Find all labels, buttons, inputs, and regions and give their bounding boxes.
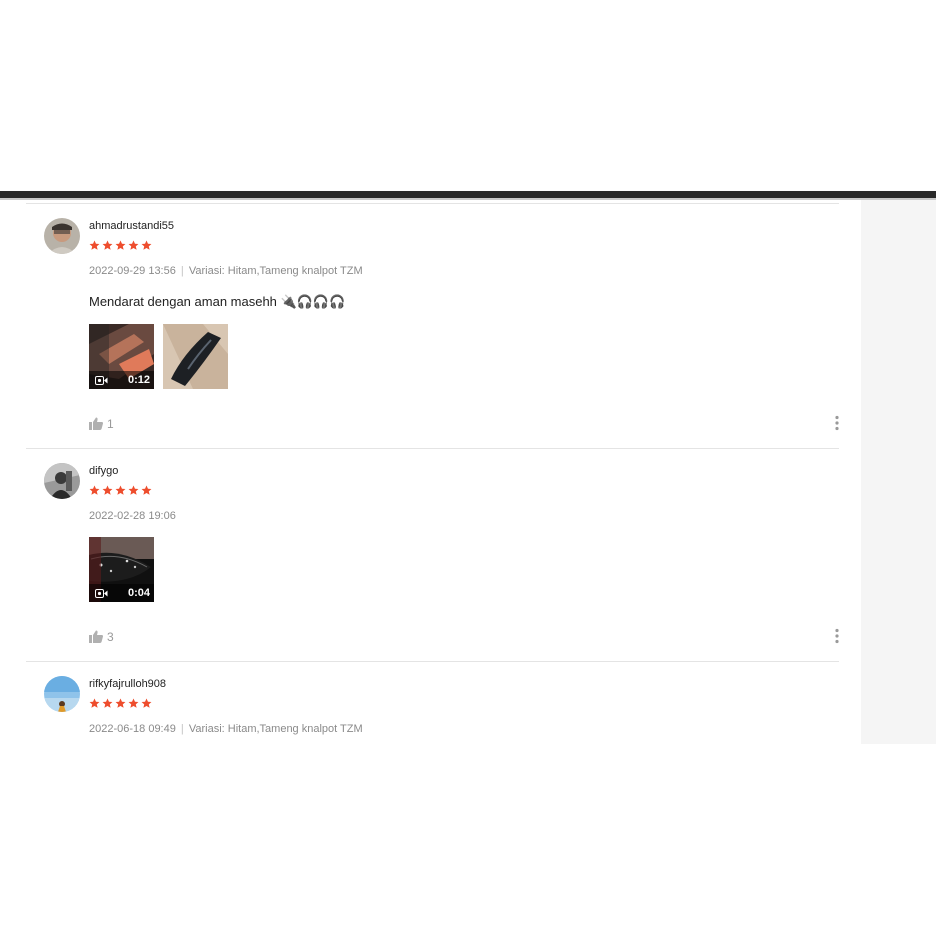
star-icon bbox=[128, 240, 139, 251]
like-count: 3 bbox=[107, 629, 114, 644]
more-vertical-icon bbox=[835, 415, 839, 431]
star-icon bbox=[128, 698, 139, 709]
star-icon bbox=[102, 698, 113, 709]
rating-stars bbox=[89, 240, 152, 252]
review-comment: Mendarat dengan aman masehh 🔌🎧🎧🎧 bbox=[89, 294, 346, 309]
reviews-panel: ahmadrustandi55 2022-09-29 13:56 | Varia… bbox=[0, 200, 936, 744]
star-icon bbox=[115, 240, 126, 251]
review-variant: Variasi: Hitam,Tameng knalpot TZM bbox=[188, 265, 363, 277]
like-button[interactable]: 1 bbox=[89, 417, 114, 430]
like-button[interactable]: 3 bbox=[89, 630, 114, 643]
star-icon bbox=[141, 240, 152, 251]
right-gutter bbox=[861, 200, 936, 744]
divider bbox=[26, 448, 839, 449]
video-camera-icon bbox=[95, 375, 108, 385]
star-icon bbox=[89, 485, 100, 496]
avatar[interactable] bbox=[44, 218, 80, 254]
review-media: 0:04 bbox=[89, 537, 154, 602]
more-options-button[interactable] bbox=[832, 628, 842, 644]
video-overlay: 0:04 bbox=[89, 584, 154, 602]
star-icon bbox=[128, 485, 139, 496]
rating-stars bbox=[89, 485, 152, 497]
review-video-thumbnail[interactable]: 0:04 bbox=[89, 537, 154, 602]
video-overlay: 0:12 bbox=[89, 371, 154, 389]
meta-separator: | bbox=[180, 723, 184, 735]
review-meta: 2022-06-18 09:49 | Variasi: Hitam,Tameng… bbox=[89, 723, 363, 736]
review-media: 0:12 bbox=[89, 324, 228, 389]
review-variant: Variasi: Hitam,Tameng knalpot TZM bbox=[188, 723, 363, 735]
star-icon bbox=[115, 485, 126, 496]
review-meta: 2022-09-29 13:56 | Variasi: Hitam,Tameng… bbox=[89, 265, 363, 278]
review-video-thumbnail[interactable]: 0:12 bbox=[89, 324, 154, 389]
avatar[interactable] bbox=[44, 676, 80, 712]
review-meta: 2022-02-28 19:06 bbox=[89, 510, 176, 523]
more-vertical-icon bbox=[835, 628, 839, 644]
star-icon bbox=[115, 698, 126, 709]
star-icon bbox=[141, 485, 152, 496]
thumbs-up-icon bbox=[89, 630, 103, 643]
thumbs-up-icon bbox=[89, 417, 103, 430]
star-icon bbox=[89, 698, 100, 709]
meta-separator: | bbox=[180, 265, 184, 277]
star-icon bbox=[102, 485, 113, 496]
video-duration: 0:12 bbox=[127, 374, 150, 386]
divider bbox=[26, 203, 839, 204]
avatar[interactable] bbox=[44, 463, 80, 499]
star-icon bbox=[89, 240, 100, 251]
more-options-button[interactable] bbox=[832, 415, 842, 431]
video-duration: 0:04 bbox=[127, 587, 150, 599]
top-dark-bar bbox=[0, 191, 936, 198]
review-image-thumbnail[interactable] bbox=[163, 324, 228, 389]
review-date: 2022-06-18 09:49 bbox=[89, 723, 176, 735]
like-count: 1 bbox=[107, 416, 114, 431]
star-icon bbox=[141, 698, 152, 709]
review-username: rifkyfajrulloh908 bbox=[89, 678, 167, 690]
star-icon bbox=[102, 240, 113, 251]
divider bbox=[26, 661, 839, 662]
review-username: ahmadrustandi55 bbox=[89, 220, 175, 232]
video-camera-icon bbox=[95, 588, 108, 598]
rating-stars bbox=[89, 698, 152, 710]
review-date: 2022-02-28 19:06 bbox=[89, 510, 176, 522]
review-username: difygo bbox=[89, 465, 119, 477]
review-date: 2022-09-29 13:56 bbox=[89, 265, 176, 277]
